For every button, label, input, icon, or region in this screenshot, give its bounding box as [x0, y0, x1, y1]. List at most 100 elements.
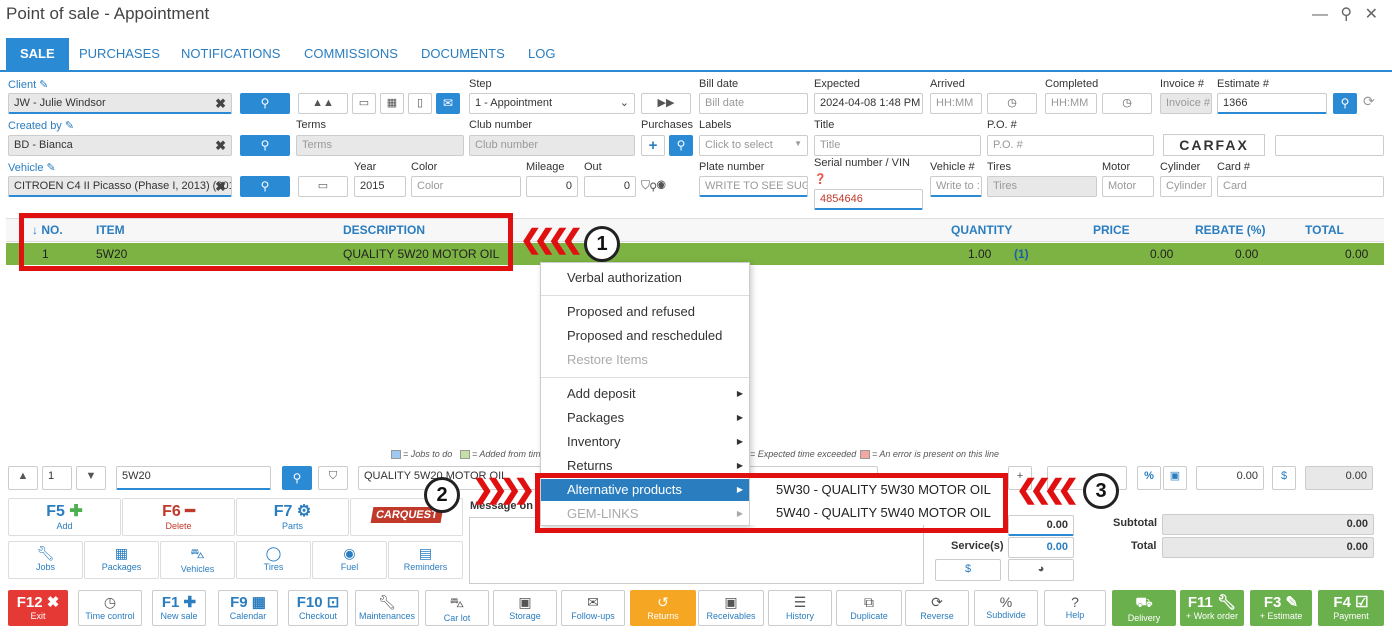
new-sale-button[interactable]: F1 ✚ New sale: [152, 590, 206, 626]
history-button[interactable]: ☰ History: [768, 590, 832, 626]
packages-button[interactable]: ▦ Packages: [84, 541, 159, 579]
estimate-input[interactable]: 1366: [1217, 93, 1327, 114]
car-lot-button[interactable]: ⛍ Car lot: [425, 590, 489, 626]
next-line-button[interactable]: ▼: [76, 466, 106, 490]
duplicate-button[interactable]: ⧉ Duplicate: [836, 590, 902, 626]
col-price[interactable]: PRICE: [1093, 220, 1130, 240]
search-user-button[interactable]: ⚲: [240, 135, 290, 156]
note-icon[interactable]: ▭: [298, 176, 348, 197]
card-input[interactable]: Card: [1217, 176, 1384, 197]
search-client-button[interactable]: ⚲: [240, 93, 290, 114]
checkout-button[interactable]: F10 ⊡ Checkout: [288, 590, 348, 626]
vehicles-button[interactable]: ⛍ Vehicles: [160, 541, 235, 579]
window-controls[interactable]: — ⚲ ✕: [1312, 4, 1382, 24]
carfax-field[interactable]: [1275, 135, 1384, 156]
add-purchase-button[interactable]: +: [641, 135, 665, 156]
clock-icon[interactable]: ◷: [987, 93, 1037, 114]
terms-input[interactable]: Terms: [296, 135, 464, 156]
tires-button[interactable]: ◯ Tires: [236, 541, 311, 579]
fuel-button[interactable]: ◉ Fuel: [312, 541, 387, 579]
tab-purchases[interactable]: PURCHASES: [65, 38, 174, 70]
tab-notifications[interactable]: NOTIFICATIONS: [167, 38, 294, 70]
menu-inventory[interactable]: Inventory ▶: [541, 431, 749, 453]
vehicle-field[interactable]: CITROEN C4 II Picasso (Phase I, 2013) (2…: [8, 176, 232, 197]
dollar-button[interactable]: $: [935, 559, 1001, 581]
search-purchase-button[interactable]: ⚲: [669, 135, 693, 156]
email-icon[interactable]: ✉: [436, 93, 460, 114]
tab-sale[interactable]: SALE: [6, 38, 69, 70]
time-control-button[interactable]: ◷ Time control: [78, 590, 142, 626]
storage-button[interactable]: ▣ Storage: [493, 590, 557, 626]
next-step-button[interactable]: ▶▶: [641, 93, 691, 114]
year-input[interactable]: 2015: [354, 176, 406, 197]
help-icon[interactable]: ❓: [814, 174, 826, 185]
plate-input[interactable]: WRITE TO SEE SUGG: [699, 176, 808, 197]
arrived-input[interactable]: HH:MM: [930, 93, 982, 114]
serial-input[interactable]: 4854646: [814, 189, 923, 210]
created-by-field[interactable]: BD - Bianca ✖: [8, 135, 232, 156]
vehnum-input[interactable]: Write to :: [930, 176, 982, 197]
tab-commissions[interactable]: COMMISSIONS: [290, 38, 412, 70]
po-input[interactable]: P.O. #: [987, 135, 1154, 156]
menu-verbal-authorization[interactable]: Verbal authorization: [541, 267, 749, 289]
col-total[interactable]: TOTAL: [1305, 220, 1344, 240]
cylinder-input[interactable]: Cylinder: [1160, 176, 1212, 197]
add-button[interactable]: F5 ✚ Add: [8, 498, 121, 536]
menu-add-deposit[interactable]: Add deposit ▶: [541, 383, 749, 405]
col-rebate[interactable]: REBATE (%): [1195, 220, 1265, 240]
percent-button[interactable]: %: [1137, 466, 1161, 490]
jobs-button[interactable]: 🔧︎ Jobs: [8, 541, 83, 579]
refresh-icon[interactable]: ⟳: [1363, 93, 1375, 110]
search-item-button[interactable]: ⚲: [282, 466, 312, 490]
client-field[interactable]: JW - Julie Windsor ✖: [8, 93, 232, 114]
tag-icon[interactable]: ⛉: [318, 466, 348, 490]
carfax-logo[interactable]: CARFAX: [1163, 134, 1265, 156]
tab-log[interactable]: LOG: [514, 38, 569, 70]
dollar-button[interactable]: $: [1272, 466, 1296, 490]
motor-input[interactable]: Motor: [1102, 176, 1154, 197]
edit-item-input[interactable]: 5W20: [116, 466, 271, 490]
title-input[interactable]: Title: [814, 135, 981, 156]
reminders-button[interactable]: ▤ Reminders: [388, 541, 463, 579]
phone-icon[interactable]: ▯: [408, 93, 432, 114]
subdivide-button[interactable]: % Subdivide: [974, 590, 1038, 626]
tab-documents[interactable]: DOCUMENTS: [407, 38, 519, 70]
clear-icon[interactable]: ✖: [215, 96, 226, 112]
follow-ups-button[interactable]: ✉ Follow-ups: [561, 590, 625, 626]
exit-button[interactable]: F12 ✖ Exit: [8, 590, 68, 626]
pie-chart-icon[interactable]: ◕: [1008, 559, 1074, 581]
reverse-button[interactable]: ⟳ Reverse: [905, 590, 969, 626]
payment-button[interactable]: F4 ☑ Payment: [1318, 590, 1384, 626]
search-vehicle-button[interactable]: ⚲: [240, 176, 290, 197]
calendar-button[interactable]: F9 ▦ Calendar: [218, 590, 278, 626]
returns-button[interactable]: ↺ Returns: [630, 590, 696, 626]
out-input[interactable]: 0: [584, 176, 636, 197]
money-icon[interactable]: ▣: [1163, 466, 1187, 490]
labels-select[interactable]: Click to select ▼: [699, 135, 808, 156]
menu-proposed-refused[interactable]: Proposed and refused: [541, 301, 749, 323]
receivables-button[interactable]: ▣ Receivables: [698, 590, 764, 626]
tires-input[interactable]: Tires: [987, 176, 1097, 197]
binoculars-icon[interactable]: ▲▲: [298, 93, 348, 114]
club-input[interactable]: Club number: [469, 135, 635, 156]
step-select[interactable]: 1 - Appointment ⌄: [469, 93, 635, 114]
search-estimate-button[interactable]: ⚲: [1333, 93, 1357, 114]
calendar-icon[interactable]: ▦: [380, 93, 404, 114]
maintenances-button[interactable]: 🔧︎ Maintenances: [355, 590, 419, 626]
estimate-button[interactable]: F3 ✎ + Estimate: [1250, 590, 1312, 626]
clock-icon[interactable]: ◷: [1102, 93, 1152, 114]
prev-line-button[interactable]: ▲: [8, 466, 38, 490]
help-button[interactable]: ? Help: [1044, 590, 1106, 626]
color-input[interactable]: Color: [411, 176, 521, 197]
delivery-button[interactable]: ⛟ Delivery: [1112, 590, 1176, 626]
clear-icon[interactable]: ✖: [215, 138, 226, 154]
tag-icon[interactable]: ⛉⚲◉: [641, 178, 666, 193]
note-icon[interactable]: ▭: [352, 93, 376, 114]
expected-input[interactable]: 2024-04-08 1:48 PM: [814, 93, 923, 114]
line-number-input[interactable]: 1: [42, 466, 72, 490]
clear-icon[interactable]: ✖: [215, 179, 226, 195]
rebate-amount[interactable]: 0.00: [1196, 466, 1264, 490]
mileage-input[interactable]: 0: [526, 176, 578, 197]
delete-button[interactable]: F6 ━ Delete: [122, 498, 235, 536]
bill-date-input[interactable]: Bill date: [699, 93, 808, 114]
